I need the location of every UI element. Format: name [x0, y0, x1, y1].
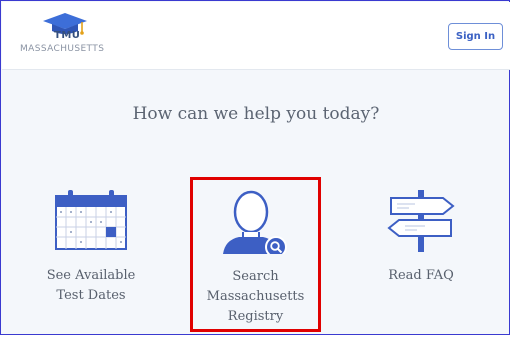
tmu-logo[interactable]: TMU MASSACHUSETTS	[20, 12, 120, 64]
sign-in-button[interactable]: Sign In	[448, 23, 503, 50]
logo-abbreviation: TMU	[54, 30, 81, 41]
person-search-icon	[223, 190, 287, 254]
read-faq-label: Read FAQ	[351, 266, 491, 286]
search-registry-option[interactable]: Search Massachusetts Registry	[190, 177, 321, 332]
option-label-line: Read FAQ	[388, 268, 454, 283]
option-label-line: Registry	[227, 309, 284, 324]
see-test-dates-label: See Available Test Dates	[21, 266, 161, 306]
app-frame: TMU MASSACHUSETTS Sign In How can we hel…	[0, 0, 510, 335]
option-label-line: Test Dates	[56, 288, 126, 303]
logo-region: MASSACHUSETTS	[20, 44, 105, 54]
search-registry-label: Search Massachusetts Registry	[193, 267, 318, 327]
page-headline: How can we help you today?	[132, 104, 380, 124]
signpost-icon	[387, 190, 455, 252]
option-label-line: See Available	[46, 268, 136, 283]
top-header: TMU MASSACHUSETTS Sign In	[2, 2, 510, 70]
read-faq-option[interactable]: Read FAQ	[351, 188, 491, 328]
option-label-line: Search	[232, 269, 279, 284]
option-label-line: Massachusetts	[206, 289, 305, 304]
see-test-dates-option[interactable]: See Available Test Dates	[21, 188, 161, 328]
calendar-icon	[55, 190, 127, 250]
